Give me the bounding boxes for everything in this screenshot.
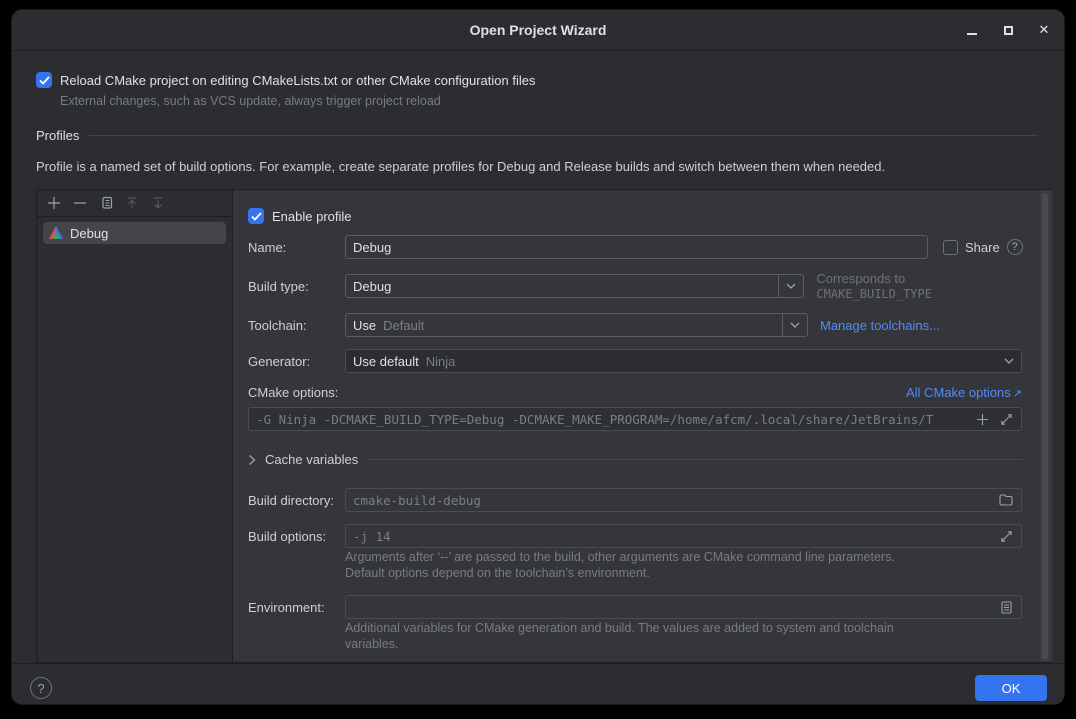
plus-icon xyxy=(47,196,61,210)
expand-editor-button[interactable] xyxy=(998,411,1014,427)
section-divider xyxy=(89,135,1038,136)
cache-variables-divider xyxy=(367,459,1022,460)
ok-button[interactable]: OK xyxy=(975,675,1047,701)
cmake-options-value: -G Ninja -DCMAKE_BUILD_TYPE=Debug -DCMAK… xyxy=(256,412,968,427)
add-profile-button[interactable] xyxy=(46,195,62,211)
build-options-hint: Arguments after ‘--’ are passed to the b… xyxy=(345,550,1023,581)
help-button[interactable]: ? xyxy=(30,677,52,699)
scrollbar-thumb[interactable] xyxy=(1042,193,1048,659)
profiles-box: Debug Enable profile Name: Sh xyxy=(36,189,1052,663)
build-options-value: -j 14 xyxy=(353,529,992,544)
reload-cmake-checkbox[interactable] xyxy=(36,72,52,88)
expand-icon xyxy=(1000,530,1013,543)
generator-value: Ninja xyxy=(426,354,456,369)
profile-list-item-debug[interactable]: Debug xyxy=(43,222,226,244)
dialog-content: Reload CMake project on editing CMakeLis… xyxy=(12,51,1064,663)
copy-icon xyxy=(99,196,113,210)
build-type-hint: Corresponds to CMAKE_BUILD_TYPE xyxy=(816,271,1022,301)
titlebar[interactable]: Open Project Wizard ✕ xyxy=(12,10,1064,51)
chevron-down-icon xyxy=(778,274,803,298)
move-up-button[interactable] xyxy=(124,195,140,211)
variables-list-icon xyxy=(1001,601,1012,614)
close-button[interactable]: ✕ xyxy=(1032,18,1056,42)
build-type-value: Debug xyxy=(353,279,391,294)
generator-dropdown[interactable]: Use default Ninja xyxy=(345,349,1022,373)
checkmark-icon xyxy=(39,76,50,85)
arrow-up-icon xyxy=(125,196,139,210)
cache-variables-label: Cache variables xyxy=(265,452,358,467)
maximize-button[interactable] xyxy=(996,18,1020,42)
build-options-label: Build options: xyxy=(248,529,345,544)
expand-icon xyxy=(1000,413,1013,426)
minus-icon xyxy=(73,196,87,210)
enable-profile-checkbox[interactable] xyxy=(248,208,264,224)
window-title: Open Project Wizard xyxy=(470,22,607,38)
toolchain-label: Toolchain: xyxy=(248,318,345,333)
profiles-description: Profile is a named set of build options.… xyxy=(36,159,1052,174)
all-cmake-options-link[interactable]: All CMake options↗ xyxy=(906,385,1022,400)
move-down-button[interactable] xyxy=(150,195,166,211)
generator-value-prefix: Use default xyxy=(353,354,419,369)
cache-variables-toggle[interactable]: Cache variables xyxy=(248,452,1023,467)
add-option-button[interactable] xyxy=(974,411,990,427)
share-checkbox[interactable] xyxy=(943,240,958,255)
toolchain-dropdown[interactable]: Use Default xyxy=(345,313,808,337)
share-help-icon[interactable]: ? xyxy=(1007,239,1023,255)
chevron-down-icon xyxy=(996,349,1021,373)
build-directory-value: cmake-build-debug xyxy=(353,493,992,508)
name-label: Name: xyxy=(248,240,345,255)
generator-label: Generator: xyxy=(248,354,345,369)
build-type-dropdown[interactable]: Debug xyxy=(345,274,804,298)
reload-cmake-hint: External changes, such as VCS update, al… xyxy=(60,94,1052,108)
minimize-button[interactable] xyxy=(960,18,984,42)
profiles-section-title: Profiles xyxy=(36,128,79,143)
copy-profile-button[interactable] xyxy=(98,195,114,211)
cmake-icon xyxy=(48,225,64,241)
browse-folder-button[interactable] xyxy=(998,492,1014,508)
profiles-list-panel: Debug xyxy=(37,190,233,662)
profile-form-panel: Enable profile Name: Share ? Build type: xyxy=(233,190,1053,662)
build-options-field[interactable]: -j 14 xyxy=(345,524,1022,548)
build-directory-label: Build directory: xyxy=(248,493,345,508)
scrollbar[interactable] xyxy=(1040,191,1050,661)
window-controls: ✕ xyxy=(960,10,1056,50)
expand-editor-button[interactable] xyxy=(998,528,1014,544)
chevron-right-icon xyxy=(248,454,256,466)
open-project-wizard-dialog: Open Project Wizard ✕ Reload CMake proje… xyxy=(12,10,1064,704)
environment-hint: Additional variables for CMake generatio… xyxy=(345,621,1023,652)
dialog-footer: ? OK xyxy=(12,663,1064,704)
build-directory-field[interactable]: cmake-build-debug xyxy=(345,488,1022,512)
folder-icon xyxy=(999,494,1013,506)
environment-field[interactable] xyxy=(345,595,1022,619)
arrow-down-icon xyxy=(151,196,165,210)
environment-label: Environment: xyxy=(248,600,345,615)
enable-profile-label: Enable profile xyxy=(272,209,352,224)
plus-icon xyxy=(976,413,989,426)
close-icon: ✕ xyxy=(1039,22,1050,38)
minimize-icon xyxy=(967,33,977,35)
profiles-toolbar xyxy=(37,190,232,217)
checkmark-icon xyxy=(251,212,262,221)
profile-item-label: Debug xyxy=(70,226,108,241)
toolchain-value: Default xyxy=(383,318,424,333)
reload-cmake-label: Reload CMake project on editing CMakeLis… xyxy=(60,73,535,88)
cmake-options-label: CMake options: xyxy=(248,385,338,400)
external-link-icon: ↗ xyxy=(1013,388,1022,400)
share-label: Share xyxy=(965,240,1000,255)
build-type-label: Build type: xyxy=(248,279,345,294)
cmake-options-field[interactable]: -G Ninja -DCMAKE_BUILD_TYPE=Debug -DCMAK… xyxy=(248,407,1022,431)
chevron-down-icon xyxy=(782,313,807,337)
name-input[interactable] xyxy=(345,235,928,259)
toolchain-value-prefix: Use xyxy=(353,318,376,333)
maximize-icon xyxy=(1004,26,1013,35)
edit-variables-button[interactable] xyxy=(998,599,1014,615)
remove-profile-button[interactable] xyxy=(72,195,88,211)
manage-toolchains-link[interactable]: Manage toolchains... xyxy=(820,318,940,333)
